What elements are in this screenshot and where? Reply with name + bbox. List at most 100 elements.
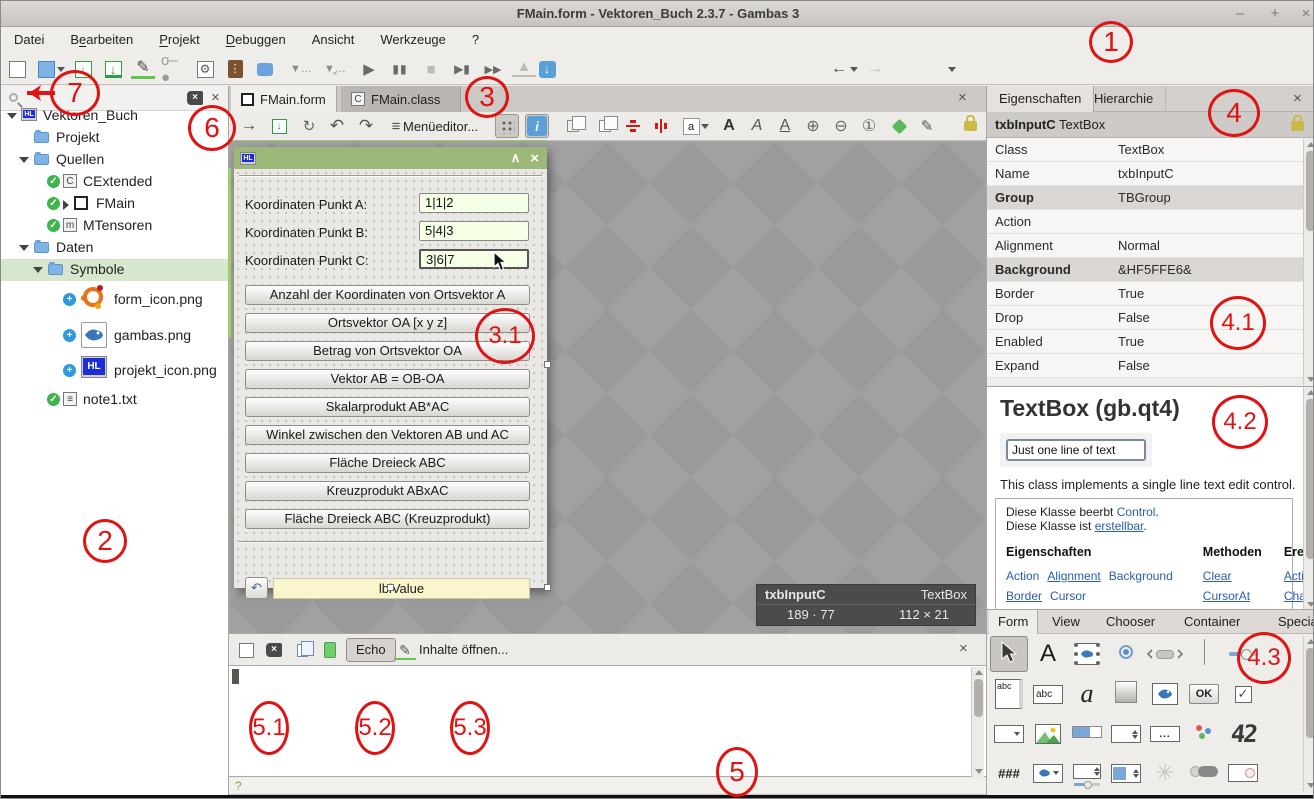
form-title-bar[interactable]: HL ∧ × (234, 147, 547, 169)
eject-icon[interactable]: ▲ (512, 57, 536, 77)
tree-item-form-icon-png[interactable]: + form_icon.png (1, 283, 228, 317)
form-shade-icon[interactable]: ∧ (511, 150, 521, 166)
label-punkt-a[interactable]: Koordinaten Punkt A: (245, 197, 367, 212)
tree-item-gambas-png[interactable]: + gambas.png (1, 319, 228, 353)
pointer-tool[interactable] (990, 636, 1028, 672)
put-version-icon[interactable]: ▼̳… (323, 57, 347, 81)
console-close-icon[interactable]: × (959, 640, 968, 657)
label-punkt-c[interactable]: Koordinaten Punkt C: (245, 253, 369, 268)
help-link-background[interactable]: Background (1109, 569, 1173, 583)
property-row[interactable]: AlignmentNormal (987, 234, 1303, 258)
stop-icon[interactable]: ■ (419, 57, 443, 81)
new-file-icon[interactable] (5, 57, 29, 81)
timebox-tool[interactable] (1224, 755, 1262, 791)
goto-code-icon[interactable]: → (237, 114, 261, 138)
toolbox-scrollbar[interactable] (1303, 636, 1314, 791)
menu-bearbeiten[interactable]: Bearbeiten (57, 27, 146, 53)
make-executable-icon[interactable]: ⋮ (223, 57, 247, 81)
moviebox-tool[interactable] (1068, 636, 1106, 672)
busy-tool[interactable]: ✳ (1146, 755, 1184, 791)
step-icon[interactable]: ▶▮ (450, 57, 474, 81)
italic-icon[interactable]: A (745, 114, 769, 138)
button-anzahl-koordinaten[interactable]: Anzahl der Koordinaten von Ortsvektor A (245, 285, 530, 305)
bold-icon[interactable]: A (717, 114, 741, 138)
underline-icon[interactable]: A (773, 114, 797, 138)
property-row[interactable]: Background&HF5FFE6& (987, 258, 1303, 282)
button-tool[interactable]: OK (1185, 676, 1223, 712)
reload-icon[interactable]: ↻ (297, 114, 321, 138)
echo-button[interactable]: Echo (346, 638, 396, 662)
sidebar-close-icon[interactable]: × (211, 89, 220, 106)
menu-werkzeuge[interactable]: Werkzeuge (367, 27, 459, 53)
property-row[interactable]: ClassTextBox (987, 138, 1303, 162)
help-link-clear[interactable]: Clear (1203, 569, 1232, 583)
sidebar-clear-icon[interactable]: × (187, 91, 203, 105)
resize-handle-bottom[interactable] (387, 584, 394, 591)
switch-tool[interactable] (1185, 755, 1223, 791)
resize-handle-corner[interactable] (544, 584, 551, 591)
textbox-tool[interactable]: abc (1029, 676, 1067, 712)
property-row[interactable]: NametxbInputC (987, 162, 1303, 186)
control-link[interactable]: Control (1117, 505, 1156, 519)
tree-item-fmain[interactable]: ✓ FMain (1, 193, 228, 215)
console-clear-icon[interactable]: × (263, 639, 285, 661)
open-contents-label[interactable]: Inhalte öffnen... (419, 642, 508, 657)
menu-ansicht[interactable]: Ansicht (299, 27, 368, 53)
textbox-punkt-a[interactable]: 1|1|2 (419, 193, 529, 213)
colorbox-tool[interactable] (1107, 755, 1145, 791)
console-log-icon[interactable] (319, 639, 341, 661)
label-punkt-b[interactable]: Koordinaten Punkt B: (245, 225, 368, 240)
maskbox-tool[interactable]: ### (990, 755, 1028, 791)
help-link-cursor[interactable]: Cursor (1050, 589, 1086, 603)
edit-locked-icon[interactable]: ✎ (915, 114, 939, 138)
tab-fmain-form[interactable]: FMain.form (231, 86, 337, 112)
toolbox-tab-chooser[interactable]: Chooser (1097, 610, 1164, 635)
textarea-tool[interactable]: abc (990, 676, 1028, 712)
designed-form-window[interactable]: HL ∧ × Koordinaten Punkt A: 1|1|2 Koordi… (234, 147, 547, 588)
radiobutton-tool[interactable] (1107, 636, 1145, 672)
combobox-tool[interactable] (990, 716, 1028, 752)
download-icon[interactable]: ↓ (535, 57, 559, 81)
toolbox-tab-container[interactable]: Container (1175, 610, 1249, 635)
open-project-icon[interactable] (34, 57, 58, 81)
textbox-punkt-c[interactable]: 3|6|7 (419, 249, 529, 269)
expander-icon[interactable] (63, 200, 69, 210)
button-skalarprodukt[interactable]: Skalarprodukt AB*AC (245, 397, 530, 417)
separator-tool[interactable] (1185, 636, 1223, 672)
expander-icon[interactable] (19, 245, 29, 251)
edit-icon[interactable]: ✎ (131, 57, 155, 79)
toolbox-tab-form[interactable]: Form (989, 610, 1038, 635)
menu-editor-label[interactable]: Menüeditor... (403, 119, 478, 134)
nav-back-dropdown-icon[interactable] (848, 57, 860, 81)
tree-item-projekt-icon-png[interactable]: + HL projekt_icon.png (1, 354, 228, 388)
paste-control-icon[interactable] (593, 114, 617, 138)
image-tool[interactable] (1029, 716, 1067, 752)
grid-toggle-icon[interactable] (495, 114, 519, 138)
help-link-action[interactable]: Action (1006, 569, 1039, 583)
minimize-button[interactable]: – (1231, 5, 1249, 23)
lock-icon[interactable] (1291, 121, 1304, 131)
help-link-border[interactable]: Border (1006, 589, 1042, 603)
spinbox-tool[interactable] (1107, 716, 1145, 752)
copy-control-icon[interactable] (561, 114, 585, 138)
button-vektor-ab[interactable]: Vektor AB = OB-OA (245, 369, 530, 389)
zoom-normal-icon[interactable]: ① (857, 114, 881, 138)
console-output-area[interactable] (229, 665, 986, 777)
sliderbox-tool[interactable] (1068, 755, 1106, 791)
undo-icon[interactable]: ↶ (325, 114, 349, 138)
close-button[interactable]: × (1297, 5, 1314, 23)
nav-forward-icon[interactable]: → (863, 57, 887, 81)
project-properties-icon[interactable]: ⚙ (193, 57, 217, 81)
lock-form-icon[interactable] (958, 114, 982, 138)
lcdnumber-tool[interactable]: 42 (1224, 716, 1262, 752)
expander-icon[interactable] (19, 157, 29, 163)
toolbox-tab-special[interactable]: Special (1269, 610, 1314, 635)
zoom-out-icon[interactable]: ⊖ (829, 114, 853, 138)
result-label[interactable]: lblValue (273, 578, 530, 599)
picturebox-tool[interactable] (1146, 676, 1184, 712)
tab-fmain-class[interactable]: C FMain.class (341, 86, 461, 112)
textlabel-tool[interactable]: a (1068, 676, 1106, 712)
form-close-icon[interactable]: × (530, 150, 539, 167)
save-form-icon[interactable]: ↓ (267, 114, 291, 138)
align-horizontal-icon[interactable] (621, 114, 645, 138)
